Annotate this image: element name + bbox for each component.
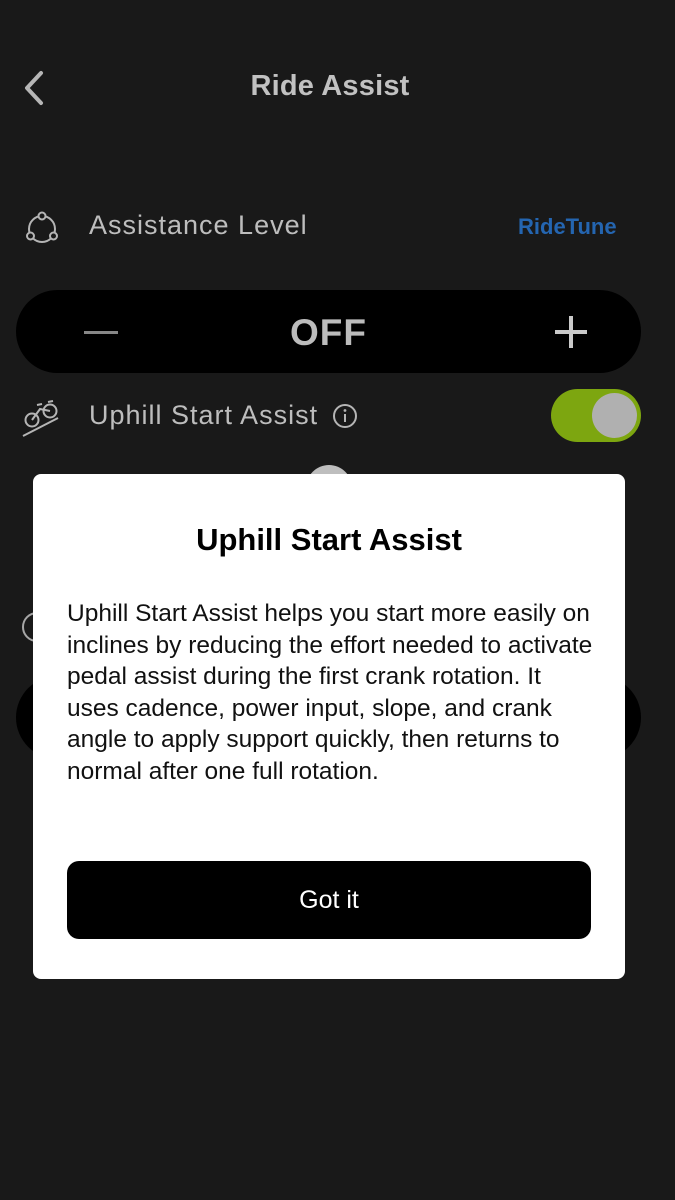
dialog-title: Uphill Start Assist (196, 522, 462, 557)
info-dialog: Uphill Start Assist Uphill Start Assist … (33, 474, 625, 979)
got-it-button[interactable]: Got it (67, 861, 591, 939)
dialog-body: Uphill Start Assist helps you start more… (67, 600, 593, 785)
